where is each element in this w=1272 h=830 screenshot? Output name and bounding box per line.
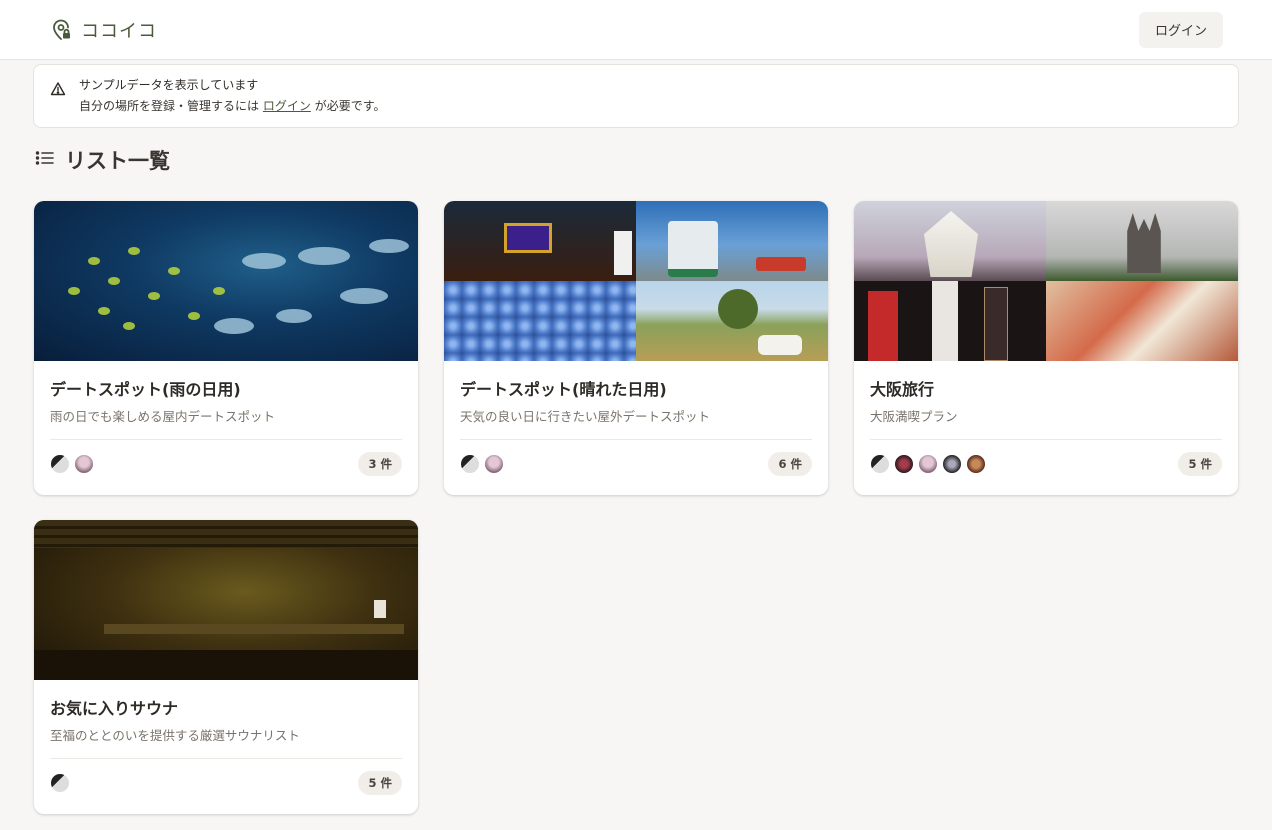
brand-name: ココイコ — [81, 20, 157, 42]
avatar — [74, 454, 94, 474]
avatar — [50, 773, 70, 793]
item-count-badge: 6 件 — [768, 452, 812, 476]
avatar — [460, 454, 480, 474]
avatar — [918, 454, 938, 474]
notice-body: 自分の場所を登録・管理するには ログイン が必要です。 — [79, 95, 386, 117]
warning-icon — [50, 81, 66, 97]
card-cover-image — [34, 520, 418, 680]
login-button[interactable]: ログイン — [1139, 11, 1223, 48]
item-count-badge: 3 件 — [358, 452, 402, 476]
avatar — [50, 454, 70, 474]
avatar-group — [460, 454, 504, 474]
notice-body-prefix: 自分の場所を登録・管理するには — [79, 99, 260, 113]
card-title: デートスポット(晴れた日用) — [460, 380, 667, 399]
card-description: 雨の日でも楽しめる屋内デートスポット — [50, 409, 276, 424]
notice-title: サンプルデータを表示しています — [79, 78, 259, 92]
avatar-group — [870, 454, 986, 474]
avatar — [942, 454, 962, 474]
list-card[interactable]: デートスポット(晴れた日用) 天気の良い日に行きたい屋外デートスポット 6 件 — [444, 201, 828, 495]
card-cover-image — [854, 201, 1238, 361]
card-title: お気に入りサウナ — [50, 699, 179, 718]
card-description: 至福のととのいを提供する厳選サウナリスト — [50, 728, 300, 743]
card-cover-image — [34, 201, 418, 361]
notice-login-link[interactable]: ログイン — [263, 99, 311, 113]
avatar-group — [50, 773, 70, 793]
notice-body-suffix: が必要です。 — [314, 99, 386, 113]
avatar — [894, 454, 914, 474]
item-count-badge: 5 件 — [1178, 452, 1222, 476]
avatar — [484, 454, 504, 474]
avatar-group — [50, 454, 94, 474]
list-icon — [34, 147, 56, 173]
section-title: リスト一覧 — [65, 149, 170, 173]
location-pin-lock-icon — [49, 18, 73, 42]
list-card[interactable]: デートスポット(雨の日用) 雨の日でも楽しめる屋内デートスポット 3 件 — [34, 201, 418, 495]
brand[interactable]: ココイコ — [49, 17, 157, 43]
item-count-badge: 5 件 — [358, 771, 402, 795]
sample-data-notice: サンプルデータを表示しています 自分の場所を登録・管理するには ログイン が必要… — [33, 64, 1239, 128]
app-header: ココイコ ログイン — [0, 0, 1272, 60]
card-cover-image — [444, 201, 828, 361]
list-card[interactable]: お気に入りサウナ 至福のととのいを提供する厳選サウナリスト 5 件 — [34, 520, 418, 814]
avatar — [870, 454, 890, 474]
card-description: 天気の良い日に行きたい屋外デートスポット — [460, 409, 711, 424]
avatar — [966, 454, 986, 474]
list-card[interactable]: 大阪旅行 大阪満喫プラン 5 件 — [854, 201, 1238, 495]
section-header: リスト一覧 — [34, 145, 170, 175]
card-title: デートスポット(雨の日用) — [50, 380, 241, 399]
card-title: 大阪旅行 — [870, 380, 935, 399]
card-description: 大阪満喫プラン — [870, 409, 958, 424]
